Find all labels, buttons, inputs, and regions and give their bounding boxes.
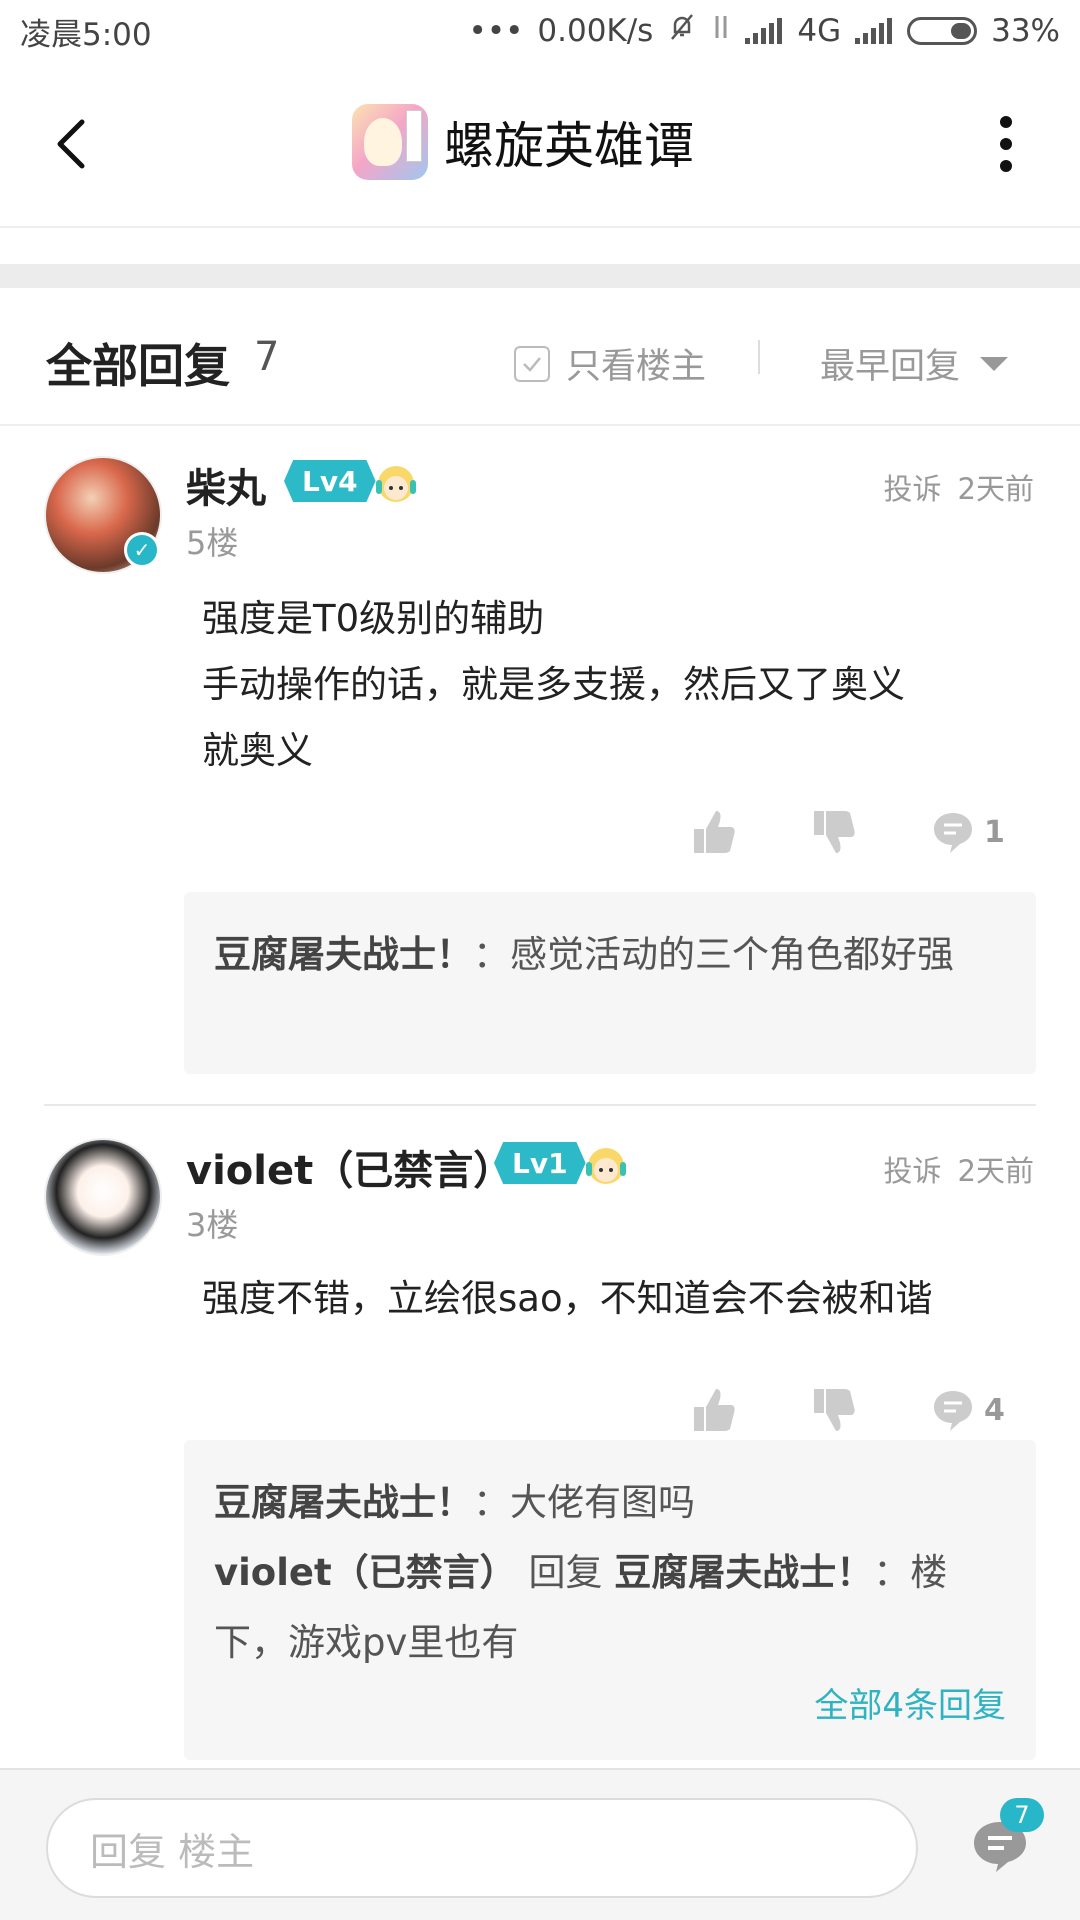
mute-icon: [667, 12, 697, 50]
comment-icon: [934, 813, 972, 853]
subreply-author[interactable]: 豆腐屠夫战士！: [214, 933, 473, 976]
all-replies-count: 7: [254, 334, 280, 380]
replies-header: 全部回复 7 只看楼主 最早回复: [0, 288, 1080, 426]
back-button[interactable]: [44, 114, 104, 174]
subreply-reply-word: 回复: [528, 1551, 603, 1594]
post-time: 2天前: [957, 1154, 1034, 1188]
status-dots: •••: [468, 13, 524, 49]
app-logo: [352, 104, 428, 180]
signal-icon-2: [855, 18, 893, 44]
subreply-text: ：大佬有图吗: [473, 1481, 695, 1524]
checkbox-icon: [514, 345, 550, 382]
mascot-icon: [586, 1148, 626, 1184]
username[interactable]: violet（已禁言）: [186, 1138, 513, 1196]
sort-label: 最早回复: [820, 347, 961, 387]
nav-title-group[interactable]: 螺旋英雄谭: [352, 104, 694, 180]
avatar[interactable]: [44, 1138, 162, 1256]
comment-button[interactable]: 1: [930, 802, 1005, 862]
all-replies-label: 全部回复: [46, 339, 230, 393]
subreply: 豆腐屠夫战士！：感觉活动的三个角色都好强: [214, 920, 1006, 990]
more-replies-link[interactable]: 全部4条回复: [214, 1678, 1006, 1734]
subreplies-box[interactable]: 豆腐屠夫战士！：大佬有图吗 violet（已禁言） 回复 豆腐屠夫战士！：楼下，…: [184, 1440, 1036, 1760]
mascot-icon: [376, 466, 416, 502]
like-button[interactable]: [690, 1380, 740, 1440]
only-op-toggle[interactable]: 只看楼主: [514, 338, 706, 389]
thumbs-down-icon: [814, 811, 855, 853]
nav-bar: 螺旋英雄谭: [0, 62, 1080, 228]
thumbs-down-icon: [814, 1389, 855, 1431]
network-type: 4G: [797, 13, 842, 49]
subreply: violet（已禁言） 回复 豆腐屠夫战士！：楼下，游戏pv里也有: [214, 1538, 1006, 1678]
like-button[interactable]: [690, 802, 740, 862]
report-link[interactable]: 投诉: [884, 466, 942, 508]
caret-down-icon: [980, 356, 1009, 371]
status-icons: ••• 0.00K/s 4G 33%: [469, 12, 1060, 50]
post-content: 强度是T0级别的辅助 手动操作的话，就是多支援，然后又了奥义 就奥义: [202, 586, 1022, 784]
content-line: 就奥义: [202, 729, 313, 772]
content-line: 手动操作的话，就是多支援，然后又了奥义: [202, 663, 905, 706]
report-link[interactable]: 投诉: [884, 1148, 942, 1190]
post-content: 强度不错，立绘很sao，不知道会不会被和谐: [202, 1266, 1022, 1332]
level-badge: Lv4: [284, 460, 376, 502]
page-title: 螺旋英雄谭: [444, 117, 694, 175]
report-time: 投诉 2天前: [884, 1148, 1034, 1190]
subreply-author[interactable]: 豆腐屠夫战士！: [214, 1481, 473, 1524]
subreply-text: ：感觉活动的三个角色都好强: [473, 933, 954, 976]
reply-count-badge: 7: [1000, 1798, 1044, 1832]
subreply-target[interactable]: 豆腐屠夫战士！: [614, 1551, 873, 1594]
comment-count: 1: [984, 814, 1005, 850]
thumbs-up-icon: [694, 811, 735, 853]
signal-icon: [745, 18, 783, 44]
content-line: 强度是T0级别的辅助: [202, 597, 545, 640]
post-actions: 1: [690, 802, 1010, 862]
post-divider: [44, 1104, 1036, 1106]
chevron-left-icon: [57, 119, 85, 169]
only-op-label: 只看楼主: [566, 347, 707, 387]
level-badge: Lv1: [494, 1142, 586, 1184]
comment-count: 4: [984, 1392, 1005, 1428]
subreply-author[interactable]: violet（已禁言）: [214, 1551, 517, 1594]
comment-icon: [934, 1391, 972, 1431]
post-time: 2天前: [957, 472, 1034, 506]
subreplies-box[interactable]: 豆腐屠夫战士！：感觉活动的三个角色都好强: [184, 892, 1036, 1074]
dislike-button[interactable]: [810, 1380, 860, 1440]
sort-dropdown[interactable]: 最早回复: [820, 338, 1009, 389]
filter-separator: [758, 340, 760, 374]
bottom-reply-bar: 回复 楼主 7: [0, 1768, 1080, 1920]
status-bar: 凌晨5:00 ••• 0.00K/s 4G 33%: [0, 0, 1080, 62]
reply-input[interactable]: 回复 楼主: [46, 1798, 918, 1898]
subreply: 豆腐屠夫战士！：大佬有图吗: [214, 1468, 1006, 1538]
comment-button[interactable]: 4: [930, 1380, 1005, 1440]
username[interactable]: 柴丸: [186, 456, 266, 514]
battery-icon: [907, 17, 978, 45]
more-vertical-icon: [1000, 116, 1012, 128]
more-button[interactable]: [996, 116, 1016, 172]
data-transfer-icon: [711, 12, 731, 50]
content-line: 强度不错，立绘很sao，不知道会不会被和谐: [202, 1277, 933, 1320]
post-actions: 4: [690, 1380, 1010, 1440]
report-time: 投诉 2天前: [884, 466, 1034, 508]
dislike-button[interactable]: [810, 802, 860, 862]
floor-number: 5楼: [186, 524, 239, 562]
thumbs-up-icon: [694, 1389, 735, 1431]
section-divider: [0, 264, 1080, 288]
status-time: 凌晨5:00: [20, 16, 152, 53]
network-speed: 0.00K/s: [537, 13, 654, 49]
battery-percent: 33%: [991, 13, 1060, 49]
verified-icon: ✓: [124, 532, 160, 568]
floor-number: 3楼: [186, 1206, 239, 1244]
